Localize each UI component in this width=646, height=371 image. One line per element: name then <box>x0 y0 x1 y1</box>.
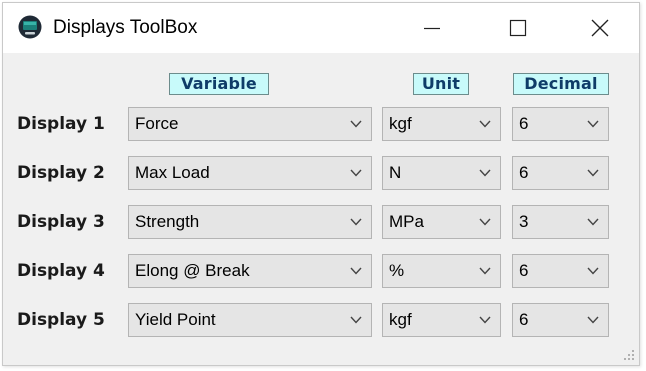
close-button[interactable] <box>571 3 629 53</box>
display-4-label: Display 4 <box>17 261 105 281</box>
minimize-icon <box>424 27 440 30</box>
display-4-decimal-select[interactable]: 6 <box>512 254 609 288</box>
monitor-icon <box>18 15 42 39</box>
variable-column-header: Variable <box>169 73 269 95</box>
display-2-decimal-select[interactable]: 6 <box>512 156 609 190</box>
selected-value: 6 <box>519 310 529 329</box>
maximize-button[interactable] <box>489 3 547 53</box>
selected-value: 6 <box>519 261 529 280</box>
window-title: Displays ToolBox <box>53 17 198 38</box>
selected-value: MPa <box>389 212 424 231</box>
chevron-down-icon <box>350 316 362 324</box>
displays-toolbox-window: Displays ToolBox Variable Unit Decimal D… <box>2 2 640 366</box>
display-3-decimal-select[interactable]: 3 <box>512 205 609 239</box>
selected-value: 6 <box>519 114 529 133</box>
selected-value: Strength <box>135 212 200 231</box>
title-bar[interactable]: Displays ToolBox <box>3 3 639 53</box>
selected-value: N <box>389 163 402 182</box>
display-3-variable-select[interactable]: Strength <box>128 205 372 239</box>
minimize-button[interactable] <box>403 3 461 53</box>
display-5-unit-select[interactable]: kgf <box>382 303 501 337</box>
chevron-down-icon <box>479 267 491 275</box>
chevron-down-icon <box>587 169 599 177</box>
display-2-variable-select[interactable]: Max Load <box>128 156 372 190</box>
selected-value: Force <box>135 114 179 133</box>
chevron-down-icon <box>479 120 491 128</box>
display-5-label: Display 5 <box>17 310 105 330</box>
display-1-variable-select[interactable]: Force <box>128 107 372 141</box>
chevron-down-icon <box>350 267 362 275</box>
display-5-decimal-select[interactable]: 6 <box>512 303 609 337</box>
selected-value: kgf <box>389 114 412 133</box>
selected-value: 6 <box>519 163 529 182</box>
selected-value: % <box>389 261 405 280</box>
display-1-unit-select[interactable]: kgf <box>382 107 501 141</box>
chevron-down-icon <box>587 120 599 128</box>
chevron-down-icon <box>350 218 362 226</box>
close-icon <box>591 19 609 37</box>
decimal-column-header: Decimal <box>513 73 609 95</box>
selected-value: kgf <box>389 310 412 329</box>
selected-value: Max Load <box>135 163 210 182</box>
chevron-down-icon <box>587 218 599 226</box>
chevron-down-icon <box>587 316 599 324</box>
chevron-down-icon <box>587 267 599 275</box>
resize-grip-icon[interactable] <box>623 349 635 361</box>
chevron-down-icon <box>479 218 491 226</box>
chevron-down-icon <box>479 169 491 177</box>
display-1-label: Display 1 <box>17 114 105 134</box>
display-3-unit-select[interactable]: MPa <box>382 205 501 239</box>
chevron-down-icon <box>350 169 362 177</box>
unit-column-header: Unit <box>413 73 469 95</box>
display-4-unit-select[interactable]: % <box>382 254 501 288</box>
display-1-decimal-select[interactable]: 6 <box>512 107 609 141</box>
display-3-label: Display 3 <box>17 212 105 232</box>
selected-value: Elong @ Break <box>135 261 250 280</box>
selected-value: 3 <box>519 212 529 231</box>
selected-value: Yield Point <box>135 310 216 329</box>
display-2-label: Display 2 <box>17 163 105 183</box>
chevron-down-icon <box>350 120 362 128</box>
display-4-variable-select[interactable]: Elong @ Break <box>128 254 372 288</box>
display-2-unit-select[interactable]: N <box>382 156 501 190</box>
maximize-icon <box>509 19 527 37</box>
display-5-variable-select[interactable]: Yield Point <box>128 303 372 337</box>
chevron-down-icon <box>479 316 491 324</box>
